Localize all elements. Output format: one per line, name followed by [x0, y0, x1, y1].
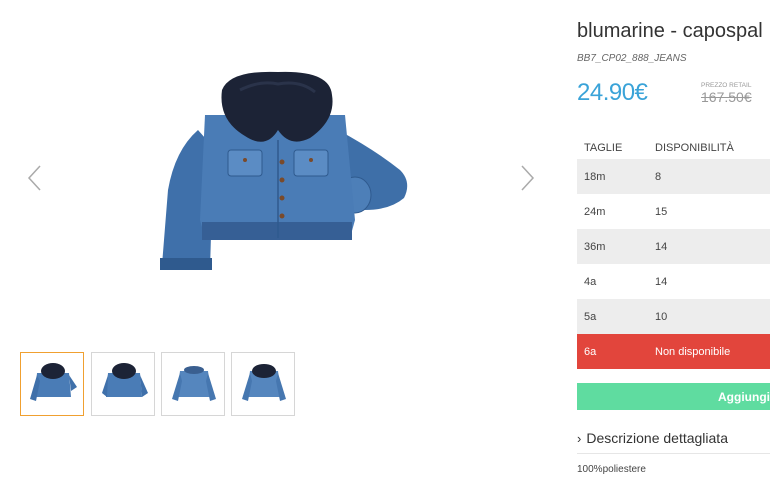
size-availability: 15 — [655, 206, 668, 218]
size-row-4a[interactable]: 4a 14 — [577, 264, 770, 299]
header-sizes: TAGLIE — [584, 142, 623, 154]
sizes-table-header: TAGLIE DISPONIBILITÀ — [577, 137, 770, 159]
description-toggle[interactable]: › Descrizione dettagliata — [577, 430, 728, 446]
size-label: 18m — [584, 171, 606, 183]
description-toggle-label: Descrizione dettagliata — [586, 430, 728, 446]
size-availability: 10 — [655, 311, 668, 323]
thumbnail-1[interactable] — [20, 352, 84, 416]
thumbnail-3-image — [172, 366, 216, 401]
size-label: 4a — [584, 276, 597, 288]
thumbnail-2-image — [102, 363, 148, 397]
divider — [577, 453, 770, 454]
size-availability: 14 — [655, 241, 668, 253]
size-availability: 8 — [655, 171, 662, 183]
retail-price-label: PREZZO RETAIL — [701, 82, 752, 89]
product-title: blumarine - capospal — [577, 20, 763, 42]
size-label: 6a — [584, 346, 597, 358]
size-availability: Non disponibile — [655, 346, 731, 358]
size-row-36m[interactable]: 36m 14 — [577, 229, 770, 264]
thumbnail-2[interactable] — [91, 352, 155, 416]
main-product-image — [160, 71, 408, 270]
size-row-6a[interactable]: 6a Non disponibile — [577, 334, 770, 369]
size-row-5a[interactable]: 5a 10 — [577, 299, 770, 334]
chevron-left-icon[interactable] — [26, 163, 44, 193]
header-availability: DISPONIBILITÀ — [655, 142, 734, 154]
thumbnail-4-image — [242, 364, 286, 401]
size-label: 36m — [584, 241, 606, 253]
size-label: 24m — [584, 206, 606, 218]
product-price: 24.90€ — [577, 79, 648, 106]
sizes-table: TAGLIE DISPONIBILITÀ 18m 8 24m 15 36m 14… — [577, 137, 770, 369]
retail-price: 167.50€ — [701, 89, 752, 105]
product-gallery — [0, 0, 560, 500]
thumbnail-3[interactable] — [161, 352, 225, 416]
thumbnail-4[interactable] — [231, 352, 295, 416]
size-row-24m[interactable]: 24m 15 — [577, 194, 770, 229]
size-label: 5a — [584, 311, 597, 323]
product-info-panel: blumarine - capospal BB7_CP02_888_JEANS … — [577, 0, 770, 500]
add-to-cart-button[interactable]: Aggiungi a — [577, 383, 770, 410]
size-row-18m[interactable]: 18m 8 — [577, 159, 770, 194]
chevron-right-icon: › — [577, 431, 582, 446]
add-to-cart-label: Aggiungi a — [718, 390, 770, 404]
thumbnail-1-image — [30, 363, 77, 401]
size-availability: 14 — [655, 276, 668, 288]
chevron-right-icon[interactable] — [518, 163, 536, 193]
product-sku: BB7_CP02_888_JEANS — [577, 53, 687, 64]
description-text: 100%poliestere — [577, 464, 646, 475]
